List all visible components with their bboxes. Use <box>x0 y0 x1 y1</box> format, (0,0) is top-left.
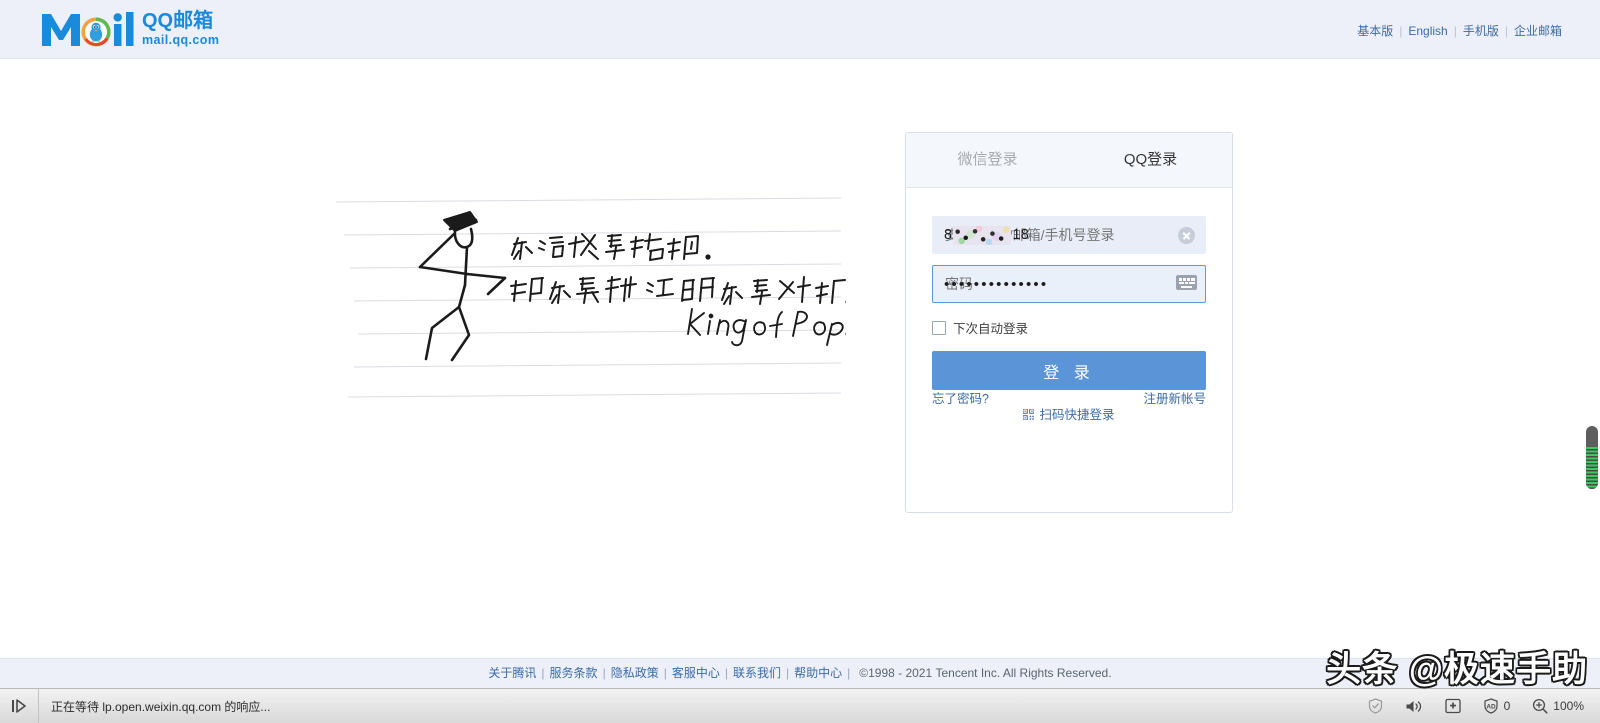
footer-link-terms[interactable]: 服务条款 <box>550 666 598 680</box>
login-helper-links: 忘了密码? 注册新帐号 <box>932 388 1206 407</box>
username-field-wrapper: 818 <box>932 216 1206 254</box>
scrollbar-stripes <box>1586 447 1598 489</box>
footer-separator: | <box>847 666 851 680</box>
login-panel: 微信登录 QQ登录 818 •••••••••••••• <box>905 132 1233 513</box>
page-footer: 关于腾讯 | 服务条款 | 隐私政策 | 客服中心 | 联系我们 | 帮助中心 | ©1998 - 20… <box>0 658 1600 688</box>
media-play-pause-icon[interactable] <box>0 689 39 723</box>
footer-link-support[interactable]: 客服中心 <box>672 666 720 680</box>
login-form: 818 •••••••••••••• 下次自动登录 登 录 <box>906 216 1232 423</box>
auto-login-row[interactable]: 下次自动登录 <box>932 318 1206 337</box>
nav-separator: | <box>1453 24 1457 38</box>
password-field-wrapper: •••••••••••••• <box>932 265 1206 303</box>
logo-title: QQ邮箱 <box>142 10 214 33</box>
page-header: QQ邮箱 mail.qq.com 基本版 | English | 手机版 | 企业邮箱 <box>0 0 1600 59</box>
main-content: 微信登录 QQ登录 818 •••••••••••••• <box>0 59 1600 717</box>
auto-login-checkbox[interactable] <box>932 320 946 335</box>
browser-status-bar: 正在等待 lp.open.weixin.qq.com 的响应... AD 0 1… <box>0 688 1600 723</box>
copyright-text: ©1998 - 2021 Tencent Inc. All Rights Res… <box>859 666 1112 680</box>
soft-keyboard-icon[interactable] <box>1176 275 1197 290</box>
footer-separator: | <box>541 666 545 680</box>
tab-qq-login[interactable]: QQ登录 <box>1069 133 1232 187</box>
zoom-level-value: 100% <box>1553 699 1584 713</box>
auto-login-label: 下次自动登录 <box>953 322 1029 336</box>
clear-username-icon[interactable] <box>1178 227 1195 244</box>
qr-login-label: 扫码快捷登录 <box>1039 408 1115 422</box>
footer-link-help[interactable]: 帮助中心 <box>794 666 842 680</box>
nav-separator: | <box>1399 24 1403 38</box>
register-account-link[interactable]: 注册新帐号 <box>1143 388 1206 407</box>
status-bar-right: AD 0 100% <box>1368 698 1600 714</box>
qr-login-link[interactable]: 扫码快捷登录 <box>1022 408 1115 422</box>
page-scrollbar-thumb[interactable] <box>1586 426 1598 489</box>
nav-link-mobile[interactable]: 手机版 <box>1463 24 1499 38</box>
status-message: 正在等待 lp.open.weixin.qq.com 的响应... <box>51 699 271 714</box>
svg-text:AD: AD <box>1486 703 1496 710</box>
footer-separator: | <box>663 666 667 680</box>
page-scrollbar-track[interactable] <box>1583 118 1600 717</box>
ad-block-indicator[interactable]: AD 0 <box>1483 698 1511 714</box>
footer-separator: | <box>602 666 606 680</box>
top-navigation: 基本版 | English | 手机版 | 企业邮箱 <box>1357 22 1562 39</box>
login-tabs: 微信登录 QQ登录 <box>906 133 1232 188</box>
footer-link-about-tencent[interactable]: 关于腾讯 <box>488 666 536 680</box>
footer-link-contact[interactable]: 联系我们 <box>733 666 781 680</box>
password-input[interactable] <box>932 265 1206 303</box>
ad-block-count: 0 <box>1503 699 1511 713</box>
status-bar-left: 正在等待 lp.open.weixin.qq.com 的响应... <box>0 689 270 723</box>
login-submit-button[interactable]: 登 录 <box>932 351 1206 390</box>
forgot-password-link[interactable]: 忘了密码? <box>932 388 989 407</box>
zoom-level-indicator[interactable]: 100% <box>1532 698 1584 714</box>
qr-code-icon <box>1022 408 1035 421</box>
qq-mail-logo[interactable]: QQ邮箱 mail.qq.com <box>40 8 219 50</box>
footer-separator: | <box>785 666 790 680</box>
nav-link-english[interactable]: English <box>1408 24 1447 38</box>
username-input[interactable] <box>932 216 1206 254</box>
download-box-icon[interactable] <box>1444 698 1461 714</box>
speaker-icon[interactable] <box>1405 699 1423 714</box>
logo-domain: mail.qq.com <box>142 33 220 48</box>
logo-mark-icon <box>40 9 135 49</box>
nav-link-basic[interactable]: 基本版 <box>1357 24 1393 38</box>
tab-wechat-login[interactable]: 微信登录 <box>906 133 1069 187</box>
shield-check-icon[interactable] <box>1368 698 1383 714</box>
handwriting-illustration <box>336 189 846 419</box>
nav-separator: | <box>1504 24 1508 38</box>
footer-link-privacy[interactable]: 隐私政策 <box>611 666 659 680</box>
footer-separator: | <box>724 666 728 680</box>
nav-link-enterprise[interactable]: 企业邮箱 <box>1514 24 1562 38</box>
